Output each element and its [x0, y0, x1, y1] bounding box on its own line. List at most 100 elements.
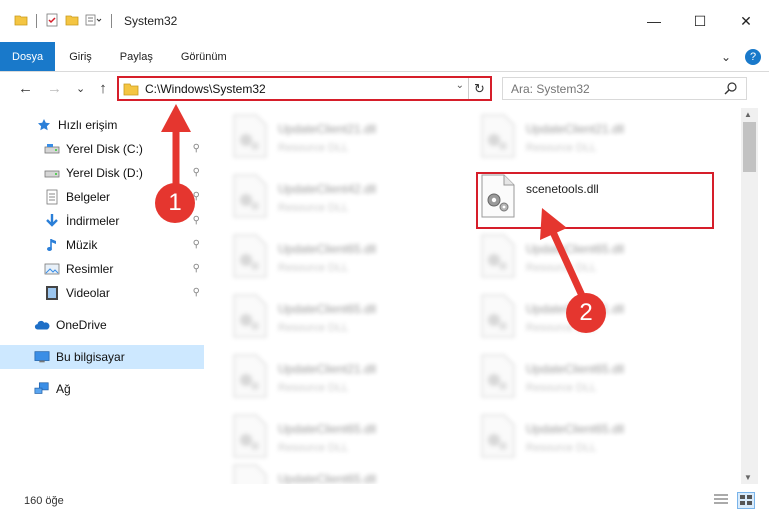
network-icon — [34, 381, 50, 397]
navigation-buttons: ← → ⌄ ↑ — [18, 80, 107, 97]
search-input[interactable] — [511, 81, 711, 96]
pin-icon: ⚲ — [192, 167, 200, 178]
sidebar-item-label: Belgeler — [66, 190, 111, 204]
back-button[interactable]: ← — [18, 80, 33, 97]
sidebar-item-network[interactable]: Ağ — [0, 377, 204, 401]
sidebar-item-videos[interactable]: Videolar ⚲ — [0, 281, 204, 305]
search-box[interactable] — [502, 77, 747, 100]
forward-button[interactable]: → — [47, 80, 62, 97]
scrollbar-thumb[interactable] — [743, 122, 756, 172]
tab-file[interactable]: Dosya — [0, 42, 56, 71]
new-folder-icon[interactable] — [65, 13, 79, 30]
dll-file-icon — [232, 414, 272, 458]
folder-icon — [14, 13, 28, 30]
list-item[interactable]: UpdateClient65.dll Resource DLL — [480, 354, 710, 410]
sidebar-item-label: Müzik — [66, 238, 98, 252]
dll-file-icon — [232, 354, 272, 398]
pin-icon: ⚲ — [192, 287, 200, 298]
file-type: Resource DLL — [526, 442, 597, 454]
dll-file-icon — [232, 114, 272, 158]
videos-icon — [44, 285, 60, 301]
file-name: UpdateClient21.dll — [278, 362, 377, 376]
file-name: UpdateClient65.dll — [278, 242, 377, 256]
file-type: Resource DLL — [526, 262, 597, 274]
sidebar-item-pictures[interactable]: Resimler ⚲ — [0, 257, 204, 281]
file-type: Resource DLL — [278, 322, 349, 334]
file-name: UpdateClient65.dll — [526, 362, 625, 376]
file-list: UpdateClient21.dll Resource DLL UpdateCli… — [208, 108, 741, 484]
file-name: UpdateClient65.dll — [526, 422, 625, 436]
sidebar-item-local-disk-d[interactable]: Yerel Disk (D:) ⚲ — [0, 161, 204, 185]
scroll-down-icon[interactable]: ▼ — [744, 473, 752, 482]
drive-icon — [44, 141, 60, 157]
pin-icon: ⚲ — [192, 239, 200, 250]
list-item[interactable]: UpdateClient65.dll Resource DLL — [232, 294, 462, 350]
tab-home[interactable]: Giriş — [55, 42, 106, 71]
file-name: UpdateClient65.dll — [278, 302, 377, 316]
details-view-icon[interactable] — [713, 492, 729, 509]
list-item[interactable]: UpdateClient65.dll — [232, 464, 462, 484]
dll-file-icon — [232, 174, 272, 218]
ribbon-tabs: Dosya Giriş Paylaş Görünüm ⌄ ? — [0, 42, 769, 72]
customize-toolbar-icon[interactable] — [85, 13, 103, 30]
dll-file-icon — [480, 294, 520, 338]
recent-locations-button[interactable]: ⌄ — [76, 82, 85, 95]
file-name: UpdateClient65.dll — [526, 242, 625, 256]
pin-icon: ⚲ — [192, 215, 200, 226]
quick-access-toolbar — [14, 13, 114, 30]
pictures-icon — [44, 261, 60, 277]
dll-file-icon — [480, 354, 520, 398]
sidebar-item-music[interactable]: Müzik ⚲ — [0, 233, 204, 257]
list-item[interactable]: UpdateClient65.dll Resource DLL — [232, 414, 462, 470]
sidebar-item-label: Yerel Disk (C:) — [66, 142, 143, 156]
scroll-up-icon[interactable]: ▲ — [744, 110, 752, 119]
drive-icon — [44, 165, 60, 181]
window-controls: — ☐ ✕ — [631, 0, 769, 42]
list-item[interactable]: UpdateClient21.dll Resource DLL — [480, 114, 710, 170]
file-name: UpdateClient65.dll — [278, 472, 377, 484]
sidebar-item-this-pc[interactable]: Bu bilgisayar — [0, 345, 204, 369]
toolbar-separator — [36, 14, 37, 28]
list-item[interactable]: UpdateClient65.dll Resource DLL — [480, 234, 710, 290]
sidebar-item-label: Resimler — [66, 262, 114, 276]
list-item[interactable]: UpdateClient21.dll Resource DLL — [232, 114, 462, 170]
pin-icon: ⚲ — [192, 263, 200, 274]
properties-icon[interactable] — [45, 13, 59, 30]
tab-share[interactable]: Paylaş — [106, 42, 167, 71]
expand-ribbon-button[interactable]: ⌄ — [721, 50, 731, 64]
search-icon[interactable] — [724, 81, 738, 98]
dll-file-icon — [232, 234, 272, 278]
file-type: Resource DLL — [526, 382, 597, 394]
help-button[interactable]: ? — [745, 49, 761, 65]
download-icon — [44, 213, 60, 229]
tiles-view-icon[interactable] — [737, 492, 755, 509]
list-item[interactable]: UpdateClient65.dll Resource DLL — [232, 234, 462, 290]
computer-icon — [34, 349, 50, 365]
tab-view[interactable]: Görünüm — [167, 42, 241, 71]
file-name: UpdateClient21.dll — [278, 122, 377, 136]
file-type: Resource DLL — [278, 382, 349, 394]
file-highlight-box — [476, 172, 714, 229]
minimize-button[interactable]: — — [631, 0, 677, 42]
file-name: UpdateClient65.dll — [278, 422, 377, 436]
list-item[interactable]: UpdateClient21.dll Resource DLL — [232, 354, 462, 410]
pin-icon: ⚲ — [192, 143, 200, 154]
sidebar-item-label: Hızlı erişim — [58, 118, 118, 132]
dll-file-icon — [232, 464, 272, 484]
toolbar-separator — [111, 14, 112, 28]
sidebar-item-local-disk-c[interactable]: Yerel Disk (C:) ⚲ — [0, 137, 204, 161]
navigation-pane: Hızlı erişim Yerel Disk (C:) ⚲ Yerel Dis… — [0, 108, 208, 484]
maximize-button[interactable]: ☐ — [677, 0, 723, 42]
list-item[interactable]: UpdateClient42.dll Resource DLL — [232, 174, 462, 230]
list-item[interactable]: UpdateClient65.dll Resource DLL — [480, 414, 710, 470]
sidebar-item-onedrive[interactable]: OneDrive — [0, 313, 204, 337]
close-button[interactable]: ✕ — [723, 0, 769, 42]
file-type: Resource DLL — [278, 262, 349, 274]
dll-file-icon — [480, 414, 520, 458]
sidebar-item-label: OneDrive — [56, 318, 107, 332]
sidebar-item-quick-access[interactable]: Hızlı erişim — [0, 113, 204, 137]
sidebar-item-label: Ağ — [56, 382, 71, 396]
file-name: UpdateClient21.dll — [526, 122, 625, 136]
vertical-scrollbar[interactable]: ▲ ▼ — [741, 108, 758, 484]
up-button[interactable]: ↑ — [99, 80, 107, 97]
